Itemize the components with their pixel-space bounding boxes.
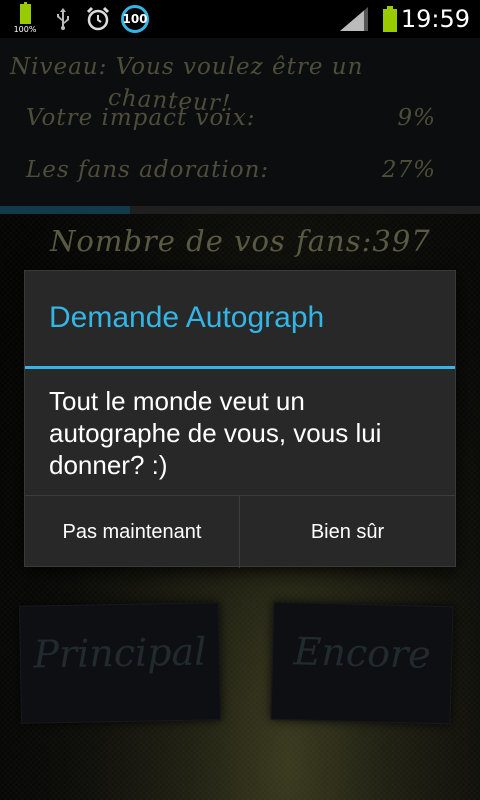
status-bar: 100% 100 19:59 bbox=[0, 0, 480, 38]
sure-button[interactable]: Bien sûr bbox=[240, 496, 455, 568]
dialog-divider bbox=[25, 366, 455, 369]
usb-icon bbox=[52, 0, 74, 38]
dialog-message: Tout le monde veut un autographe de vous… bbox=[49, 386, 382, 480]
alarm-clock-icon bbox=[84, 0, 112, 38]
battery-icon bbox=[378, 0, 402, 38]
battery-small-label: 100% bbox=[13, 25, 37, 34]
battery-percent-icon: 100 bbox=[118, 0, 152, 38]
dialog-button-bar: Pas maintenant Bien sûr bbox=[25, 495, 455, 568]
battery-icon: 100% bbox=[10, 0, 40, 38]
not-now-button[interactable]: Pas maintenant bbox=[25, 496, 240, 568]
dialog-title: Demande Autograph bbox=[49, 301, 325, 334]
autograph-dialog: Demande Autograph Tout le monde veut un … bbox=[24, 270, 456, 568]
notification-badge: 100 bbox=[121, 5, 149, 33]
signal-icon bbox=[338, 0, 370, 38]
status-time: 19:59 bbox=[400, 5, 470, 33]
